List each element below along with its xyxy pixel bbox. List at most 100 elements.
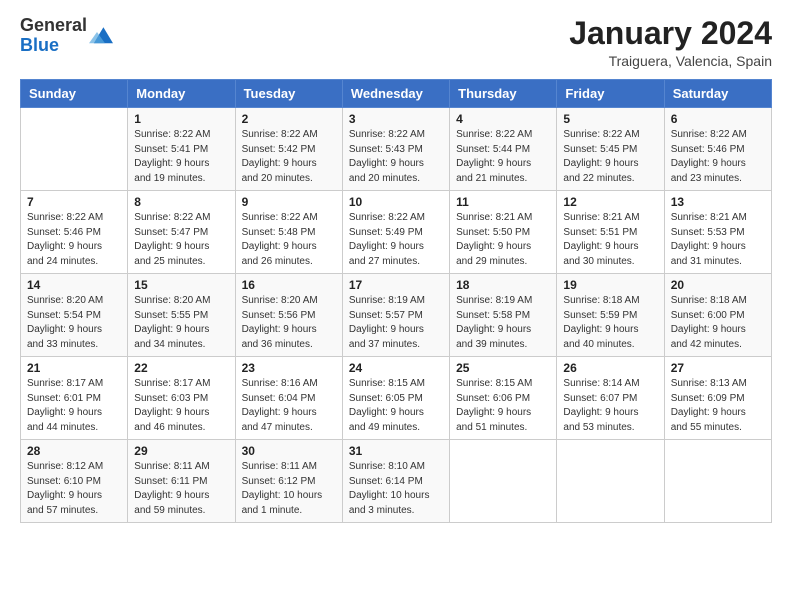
day-info: Sunrise: 8:18 AM Sunset: 6:00 PM Dayligh… — [671, 294, 765, 352]
day-info: Sunrise: 8:10 AM Sunset: 6:14 PM Dayligh… — [349, 460, 443, 518]
calendar-cell — [450, 440, 557, 523]
day-number: 17 — [349, 278, 443, 292]
calendar-cell: 27 Sunrise: 8:13 AM Sunset: 6:09 PM Dayli… — [664, 357, 771, 440]
day-info: Sunrise: 8:19 AM Sunset: 5:57 PM Dayligh… — [349, 294, 443, 352]
day-number: 31 — [349, 444, 443, 458]
day-info: Sunrise: 8:20 AM Sunset: 5:55 PM Dayligh… — [134, 294, 228, 352]
day-info: Sunrise: 8:19 AM Sunset: 5:58 PM Dayligh… — [456, 294, 550, 352]
calendar-cell: 17 Sunrise: 8:19 AM Sunset: 5:57 PM Dayli… — [342, 274, 449, 357]
calendar-cell: 11 Sunrise: 8:21 AM Sunset: 5:50 PM Dayli… — [450, 191, 557, 274]
day-number: 7 — [27, 195, 121, 209]
weekday-header: Thursday — [450, 80, 557, 108]
day-info: Sunrise: 8:15 AM Sunset: 6:05 PM Dayligh… — [349, 377, 443, 435]
day-number: 8 — [134, 195, 228, 209]
logo: General Blue — [20, 16, 113, 56]
weekday-header: Wednesday — [342, 80, 449, 108]
calendar-week-row: 21 Sunrise: 8:17 AM Sunset: 6:01 PM Dayli… — [21, 357, 772, 440]
calendar-cell: 13 Sunrise: 8:21 AM Sunset: 5:53 PM Dayli… — [664, 191, 771, 274]
calendar-cell — [21, 108, 128, 191]
day-number: 12 — [563, 195, 657, 209]
calendar-cell: 24 Sunrise: 8:15 AM Sunset: 6:05 PM Dayli… — [342, 357, 449, 440]
header: General Blue January 2024 Traiguera, Val… — [20, 16, 772, 69]
day-info: Sunrise: 8:22 AM Sunset: 5:47 PM Dayligh… — [134, 211, 228, 269]
day-number: 11 — [456, 195, 550, 209]
day-info: Sunrise: 8:18 AM Sunset: 5:59 PM Dayligh… — [563, 294, 657, 352]
calendar-cell: 12 Sunrise: 8:21 AM Sunset: 5:51 PM Dayli… — [557, 191, 664, 274]
day-number: 6 — [671, 112, 765, 126]
day-info: Sunrise: 8:15 AM Sunset: 6:06 PM Dayligh… — [456, 377, 550, 435]
calendar-cell: 21 Sunrise: 8:17 AM Sunset: 6:01 PM Dayli… — [21, 357, 128, 440]
month-title: January 2024 — [569, 16, 772, 51]
weekday-header: Tuesday — [235, 80, 342, 108]
day-info: Sunrise: 8:22 AM Sunset: 5:46 PM Dayligh… — [27, 211, 121, 269]
day-number: 15 — [134, 278, 228, 292]
calendar-cell: 20 Sunrise: 8:18 AM Sunset: 6:00 PM Dayli… — [664, 274, 771, 357]
calendar-cell: 6Sunrise: 8:22 AM Sunset: 5:46 PM Daylig… — [664, 108, 771, 191]
day-info: Sunrise: 8:22 AM Sunset: 5:41 PM Dayligh… — [134, 128, 228, 186]
title-block: January 2024 Traiguera, Valencia, Spain — [569, 16, 772, 69]
day-info: Sunrise: 8:21 AM Sunset: 5:50 PM Dayligh… — [456, 211, 550, 269]
day-number: 9 — [242, 195, 336, 209]
calendar-cell: 1 Sunrise: 8:22 AM Sunset: 5:41 PM Daylig… — [128, 108, 235, 191]
day-number: 27 — [671, 361, 765, 375]
calendar-cell — [664, 440, 771, 523]
calendar-cell: 7 Sunrise: 8:22 AM Sunset: 5:46 PM Daylig… — [21, 191, 128, 274]
day-number: 14 — [27, 278, 121, 292]
day-number: 23 — [242, 361, 336, 375]
day-number: 24 — [349, 361, 443, 375]
calendar-cell: 22Sunrise: 8:17 AM Sunset: 6:03 PM Dayli… — [128, 357, 235, 440]
day-info: Sunrise: 8:12 AM Sunset: 6:10 PM Dayligh… — [27, 460, 121, 518]
day-info: Sunrise: 8:22 AM Sunset: 5:43 PM Dayligh… — [349, 128, 443, 186]
weekday-header: Friday — [557, 80, 664, 108]
day-number: 1 — [134, 112, 228, 126]
calendar-cell: 16Sunrise: 8:20 AM Sunset: 5:56 PM Dayli… — [235, 274, 342, 357]
location: Traiguera, Valencia, Spain — [569, 53, 772, 69]
day-info: Sunrise: 8:13 AM Sunset: 6:09 PM Dayligh… — [671, 377, 765, 435]
weekday-header: Saturday — [664, 80, 771, 108]
day-number: 2 — [242, 112, 336, 126]
day-number: 19 — [563, 278, 657, 292]
day-number: 4 — [456, 112, 550, 126]
calendar-cell: 8 Sunrise: 8:22 AM Sunset: 5:47 PM Daylig… — [128, 191, 235, 274]
day-info: Sunrise: 8:17 AM Sunset: 6:01 PM Dayligh… — [27, 377, 121, 435]
day-number: 21 — [27, 361, 121, 375]
day-number: 10 — [349, 195, 443, 209]
day-info: Sunrise: 8:22 AM Sunset: 5:45 PM Dayligh… — [563, 128, 657, 186]
calendar-cell: 28 Sunrise: 8:12 AM Sunset: 6:10 PM Dayli… — [21, 440, 128, 523]
day-number: 29 — [134, 444, 228, 458]
day-number: 28 — [27, 444, 121, 458]
day-info: Sunrise: 8:22 AM Sunset: 5:42 PM Dayligh… — [242, 128, 336, 186]
calendar-cell: 15 Sunrise: 8:20 AM Sunset: 5:55 PM Dayli… — [128, 274, 235, 357]
weekday-header: Monday — [128, 80, 235, 108]
calendar-cell: 18Sunrise: 8:19 AM Sunset: 5:58 PM Dayli… — [450, 274, 557, 357]
calendar-cell: 9Sunrise: 8:22 AM Sunset: 5:48 PM Daylig… — [235, 191, 342, 274]
day-number: 20 — [671, 278, 765, 292]
day-number: 5 — [563, 112, 657, 126]
calendar-cell: 29 Sunrise: 8:11 AM Sunset: 6:11 PM Dayli… — [128, 440, 235, 523]
calendar-cell: 19 Sunrise: 8:18 AM Sunset: 5:59 PM Dayli… — [557, 274, 664, 357]
logo-icon — [89, 24, 113, 48]
page: General Blue January 2024 Traiguera, Val… — [0, 0, 792, 612]
calendar-cell: 4 Sunrise: 8:22 AM Sunset: 5:44 PM Daylig… — [450, 108, 557, 191]
day-info: Sunrise: 8:11 AM Sunset: 6:11 PM Dayligh… — [134, 460, 228, 518]
day-number: 16 — [242, 278, 336, 292]
day-info: Sunrise: 8:20 AM Sunset: 5:54 PM Dayligh… — [27, 294, 121, 352]
day-number: 13 — [671, 195, 765, 209]
calendar-cell: 5 Sunrise: 8:22 AM Sunset: 5:45 PM Daylig… — [557, 108, 664, 191]
calendar-week-row: 7 Sunrise: 8:22 AM Sunset: 5:46 PM Daylig… — [21, 191, 772, 274]
calendar-week-row: 28 Sunrise: 8:12 AM Sunset: 6:10 PM Dayli… — [21, 440, 772, 523]
day-number: 30 — [242, 444, 336, 458]
calendar-cell: 25 Sunrise: 8:15 AM Sunset: 6:06 PM Dayli… — [450, 357, 557, 440]
day-info: Sunrise: 8:21 AM Sunset: 5:51 PM Dayligh… — [563, 211, 657, 269]
day-number: 25 — [456, 361, 550, 375]
day-info: Sunrise: 8:21 AM Sunset: 5:53 PM Dayligh… — [671, 211, 765, 269]
day-info: Sunrise: 8:14 AM Sunset: 6:07 PM Dayligh… — [563, 377, 657, 435]
calendar-cell: 26 Sunrise: 8:14 AM Sunset: 6:07 PM Dayli… — [557, 357, 664, 440]
calendar-cell: 14 Sunrise: 8:20 AM Sunset: 5:54 PM Dayli… — [21, 274, 128, 357]
calendar-cell: 3Sunrise: 8:22 AM Sunset: 5:43 PM Daylig… — [342, 108, 449, 191]
day-info: Sunrise: 8:17 AM Sunset: 6:03 PM Dayligh… — [134, 377, 228, 435]
calendar-week-row: 1 Sunrise: 8:22 AM Sunset: 5:41 PM Daylig… — [21, 108, 772, 191]
calendar-cell: 30Sunrise: 8:11 AM Sunset: 6:12 PM Dayli… — [235, 440, 342, 523]
day-info: Sunrise: 8:22 AM Sunset: 5:44 PM Dayligh… — [456, 128, 550, 186]
day-number: 26 — [563, 361, 657, 375]
